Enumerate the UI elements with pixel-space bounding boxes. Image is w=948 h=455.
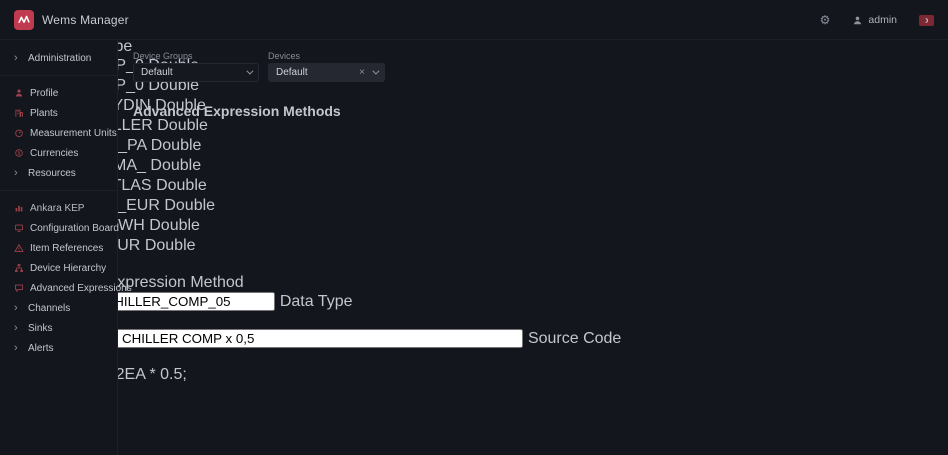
profile-icon [14, 88, 24, 98]
pagination: 1 2 › [0, 256, 948, 274]
sidebar-item-configuration-board[interactable]: Configuration Board [0, 218, 117, 238]
sidebar-item-profile[interactable]: Profile [0, 83, 117, 103]
chevron-right-icon: › [14, 53, 22, 64]
code-line: return ID0106012EA * 0.5; [0, 366, 948, 384]
sidebar-item-device-hierarchy[interactable]: Device Hierarchy [0, 258, 117, 278]
chevron-right-icon: › [14, 303, 22, 314]
table-row: ✎ NG_003_EUR Double [0, 236, 948, 256]
sidebar-item-ankara-kep[interactable]: Ankara KEP [0, 198, 117, 218]
monitor-icon [14, 223, 24, 233]
brand[interactable]: Wems Manager [14, 10, 129, 30]
sidebar-item-advanced-expressions[interactable]: Advanced Expressions [0, 278, 117, 298]
row-type: Double [156, 177, 207, 194]
devices-label: Devices [268, 51, 300, 61]
row-type: Double [164, 197, 215, 214]
bar-chart-icon [14, 203, 24, 213]
devices-select[interactable]: Default × [268, 63, 385, 82]
table-row: ✎ GWK_ANA_PA Double [0, 136, 948, 156]
table-row: ✎ GWK_CHILLER Double [0, 116, 948, 136]
source-code-label: Source Code [528, 330, 621, 347]
coin-icon [14, 148, 24, 158]
user-icon [852, 15, 863, 26]
row-type: Double [157, 117, 208, 134]
edit-expression-modal: Edit Advanced Expression Method × Name D… [0, 274, 948, 404]
sidebar-divider [0, 190, 117, 191]
device-groups-select[interactable]: Default [133, 63, 259, 82]
table-row: ✎ PRD_07_KWH Double [0, 216, 948, 236]
source-code-editor[interactable]: 1 return ID0106012EA * 0.5; [0, 348, 948, 384]
sidebar-item-alerts[interactable]: › Alerts [0, 338, 117, 358]
topbar: Wems Manager ⚙ admin [0, 0, 948, 40]
sidebar-item-administration[interactable]: › Administration [0, 48, 117, 68]
chevron-right-icon: › [14, 323, 22, 334]
device-groups-label: Device Groups [133, 51, 193, 61]
modal-title: Edit Advanced Expression Method [0, 274, 948, 292]
expression-icon [14, 283, 24, 293]
sidebar-divider [0, 75, 117, 76]
hierarchy-icon [14, 263, 24, 273]
sidebar-item-channels[interactable]: › Channels [0, 298, 117, 318]
gauge-icon [14, 128, 24, 138]
line-number: 1 [0, 348, 948, 366]
wems-logo-icon [14, 10, 34, 30]
clear-icon[interactable]: × [359, 67, 365, 78]
sidebar-item-plants[interactable]: Plants [0, 103, 117, 123]
sidebar-item-measurement-units[interactable]: Measurement Units [0, 123, 117, 143]
chevron-down-icon [246, 68, 253, 75]
data-type-label: Data Type [280, 293, 353, 310]
row-type: Double [149, 217, 200, 234]
table-row: ✎ ELECTRIC_EUR Double [0, 196, 948, 216]
settings-gear-icon[interactable]: ⚙ [820, 13, 831, 27]
sidebar-item-resources[interactable]: › Resources [0, 163, 117, 183]
row-type: Double [151, 137, 202, 154]
sidebar-item-currencies[interactable]: Currencies [0, 143, 117, 163]
user-menu[interactable]: admin [852, 14, 897, 26]
warning-icon [14, 243, 24, 253]
sidebar: › Administration Profile Plants Measurem… [0, 40, 118, 455]
row-type: Double [145, 237, 196, 254]
sidebar-item-item-references[interactable]: Item References [0, 238, 117, 258]
brand-title: Wems Manager [42, 13, 129, 27]
sidebar-item-sinks[interactable]: › Sinks [0, 318, 117, 338]
language-flag-icon[interactable] [919, 15, 934, 26]
row-type: Double [150, 157, 201, 174]
page-title: Advanced Expression Methods [133, 103, 341, 119]
chevron-down-icon [372, 68, 379, 75]
user-name: admin [868, 14, 897, 26]
app-root: Wems Manager ⚙ admin › Administration Pr… [0, 0, 948, 455]
description-field[interactable] [84, 329, 523, 348]
table-row: ✎ AYDINLATMA_ Double [0, 156, 948, 176]
plants-icon [14, 108, 24, 118]
chevron-right-icon: › [14, 168, 22, 179]
table-row: ✎ HUSKY_ATLAS Double [0, 176, 948, 196]
chevron-right-icon: › [14, 343, 22, 354]
